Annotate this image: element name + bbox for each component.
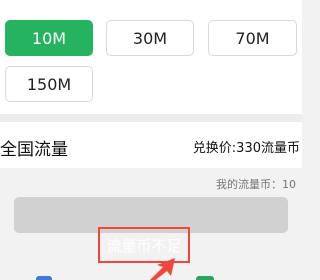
screen: 10M 30M 70M 150M 全国流量 兑换价:330流量币 我的流量币：1…: [0, 0, 302, 280]
exchange-price: 兑换价:330流量币: [193, 137, 300, 156]
option-150m-button[interactable]: 150M: [5, 66, 93, 102]
price-value: 330流量币: [236, 141, 300, 156]
price-label: 兑换价:: [192, 141, 237, 156]
package-options-panel: 10M 30M 70M 150M: [0, 0, 302, 114]
bottom-left-icon: [36, 276, 52, 280]
option-70m-button[interactable]: 70M: [208, 20, 297, 56]
option-10m-button[interactable]: 10M: [5, 20, 93, 56]
package-info-panel: 全国流量 兑换价:330流量币: [0, 122, 302, 168]
option-30m-button[interactable]: 30M: [106, 20, 194, 56]
bottom-right-icon: [196, 276, 214, 280]
arrow-pointer-icon: [150, 258, 175, 280]
section-divider: [0, 114, 302, 122]
my-balance: 我的流量币：10: [216, 178, 296, 191]
region-title: 全国流量: [0, 140, 68, 160]
